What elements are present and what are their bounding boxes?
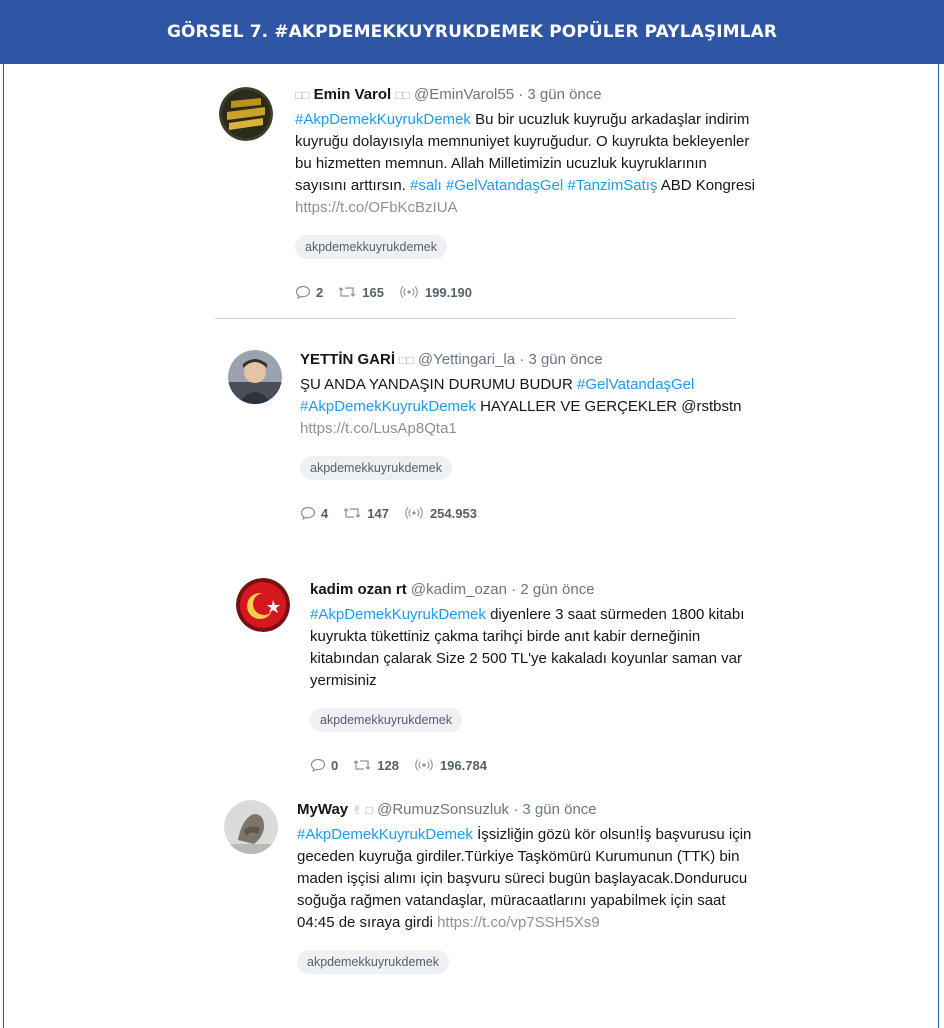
retweet-icon xyxy=(353,760,371,770)
hashtag-link[interactable]: #GelVatandaşGel xyxy=(577,376,694,393)
body-text-segment: HAYALLER VE GERÇEKLER @rstbstn xyxy=(475,398,742,415)
reply-icon xyxy=(295,285,311,299)
url-link[interactable]: https://t.co/OFbKcBzIUA xyxy=(295,199,458,216)
body-text-segment: ABD Kongresi xyxy=(657,177,755,194)
retweet-stat[interactable]: 165 xyxy=(337,285,384,300)
tweet-body: #AkpDemekKuyrukDemek Bu bir ucuzluk kuyr… xyxy=(295,109,755,219)
hashtag-link[interactable]: #GelVatandaşGel xyxy=(446,177,563,194)
user-name[interactable]: MyWay xyxy=(297,801,348,818)
hashtag-link[interactable]: #salı xyxy=(410,177,442,194)
reach-count: 196.784 xyxy=(439,757,487,773)
tweet-stats: 2 165 199.190 xyxy=(295,283,755,301)
separator-dot: · xyxy=(511,581,517,598)
user-handle[interactable]: @kadim_ozan xyxy=(411,581,507,598)
retweet-stat[interactable]: 147 xyxy=(342,506,389,521)
tweet-body: ŞU ANDA YANDAŞIN DURUMU BUDUR #GelVatand… xyxy=(300,374,760,440)
statue-photo-icon xyxy=(224,800,278,854)
retweet-count: 147 xyxy=(367,505,389,521)
reply-icon xyxy=(300,506,316,520)
user-name[interactable]: Emin Varol xyxy=(314,86,392,103)
tweet-body: #AkpDemekKuyrukDemek İşsizliğin gözü kör… xyxy=(297,824,757,934)
hashtag-chip[interactable]: akpdemekkuyrukdemek xyxy=(300,456,453,480)
avatar[interactable] xyxy=(236,578,290,632)
avatar[interactable] xyxy=(224,800,278,854)
tweet-header: □□ Emin Varol □□ @EminVarol55 · 3 gün ön… xyxy=(295,85,755,107)
banner-title: GÖRSEL 7. #AKPDEMEKKUYRUKDEMEK POPÜLER P… xyxy=(0,0,944,64)
emoji-glyph: □□ xyxy=(399,353,414,367)
user-name[interactable]: kadim ozan rt xyxy=(310,581,407,598)
hashtag-link[interactable]: #AkpDemekKuyrukDemek xyxy=(300,398,476,415)
separator-dot: · xyxy=(518,86,524,103)
emoji-glyph: ✌ □ xyxy=(352,803,373,817)
url-link[interactable]: https://t.co/vp7SSH5Xs9 xyxy=(437,914,600,931)
user-name[interactable]: YETTİN GARİ xyxy=(300,351,395,368)
hashtag-link[interactable]: #AkpDemekKuyrukDemek xyxy=(295,111,471,128)
retweet-count: 165 xyxy=(362,284,384,300)
tweet-header: YETTİN GARİ □□ @Yettingari_la · 3 gün ön… xyxy=(300,350,760,372)
reply-icon xyxy=(310,758,326,772)
tweet-header: kadim ozan rt @kadim_ozan · 2 gün önce xyxy=(310,580,770,602)
tweet-stats: 0 128 196.784 xyxy=(310,756,770,774)
url-link[interactable]: https://t.co/LusAp8Qta1 xyxy=(300,420,457,437)
emoji-glyph: □□ xyxy=(395,88,410,102)
hashtag-chip[interactable]: akpdemekkuyrukdemek xyxy=(310,708,463,732)
retweet-icon xyxy=(343,508,361,518)
reach-count: 199.190 xyxy=(424,284,472,300)
separator-dot: · xyxy=(519,351,525,368)
retweet-count: 128 xyxy=(377,757,399,773)
body-text-segment: ŞU ANDA YANDAŞIN DURUMU BUDUR xyxy=(300,376,577,393)
avatar[interactable] xyxy=(219,87,273,141)
separator-dot: · xyxy=(513,801,519,818)
tweet-stats: 4 147 254.953 xyxy=(300,504,760,522)
reach-stat: 199.190 xyxy=(398,285,472,300)
timestamp[interactable]: 3 gün önce xyxy=(527,86,601,103)
timestamp[interactable]: 3 gün önce xyxy=(522,801,596,818)
reply-stat[interactable]: 2 xyxy=(295,285,323,300)
red-emblem-icon xyxy=(236,578,290,632)
tweet-body: #AkpDemekKuyrukDemek diyenlere 3 saat sü… xyxy=(310,604,770,692)
avatar[interactable] xyxy=(228,350,282,404)
reply-count: 0 xyxy=(331,757,339,773)
user-handle[interactable]: @Yettingari_la xyxy=(418,351,515,368)
emoji-glyph: □□ xyxy=(295,88,310,102)
reach-count: 254.953 xyxy=(429,505,477,521)
divider xyxy=(215,318,735,319)
reply-stat[interactable]: 4 xyxy=(300,506,328,521)
broadcast-icon xyxy=(405,507,423,519)
reach-stat: 254.953 xyxy=(403,506,477,521)
hashtag-chip[interactable]: akpdemekkuyrukdemek xyxy=(297,950,450,974)
broadcast-icon xyxy=(400,286,418,298)
hashtag-link[interactable]: #AkpDemekKuyrukDemek xyxy=(297,826,473,843)
reply-count: 2 xyxy=(316,284,324,300)
hashtag-chip[interactable]: akpdemekkuyrukdemek xyxy=(295,235,448,259)
tweet-header: MyWay ✌ □ @RumuzSonsuzluk · 3 gün önce xyxy=(297,800,757,822)
hashtag-link[interactable]: #AkpDemekKuyrukDemek xyxy=(310,606,486,623)
reach-stat: 196.784 xyxy=(413,758,487,773)
timestamp[interactable]: 2 gün önce xyxy=(520,581,594,598)
hashtag-link[interactable]: #TanzimSatış xyxy=(567,177,657,194)
retweet-icon xyxy=(338,287,356,297)
user-handle[interactable]: @RumuzSonsuzluk xyxy=(377,801,509,818)
emin-varol-logo-icon xyxy=(219,87,273,141)
user-handle[interactable]: @EminVarol55 xyxy=(414,86,514,103)
broadcast-icon xyxy=(415,759,433,771)
timestamp[interactable]: 3 gün önce xyxy=(528,351,602,368)
reply-count: 4 xyxy=(321,505,329,521)
retweet-stat[interactable]: 128 xyxy=(352,758,399,773)
reply-stat[interactable]: 0 xyxy=(310,758,338,773)
child-photo-icon xyxy=(228,350,282,404)
